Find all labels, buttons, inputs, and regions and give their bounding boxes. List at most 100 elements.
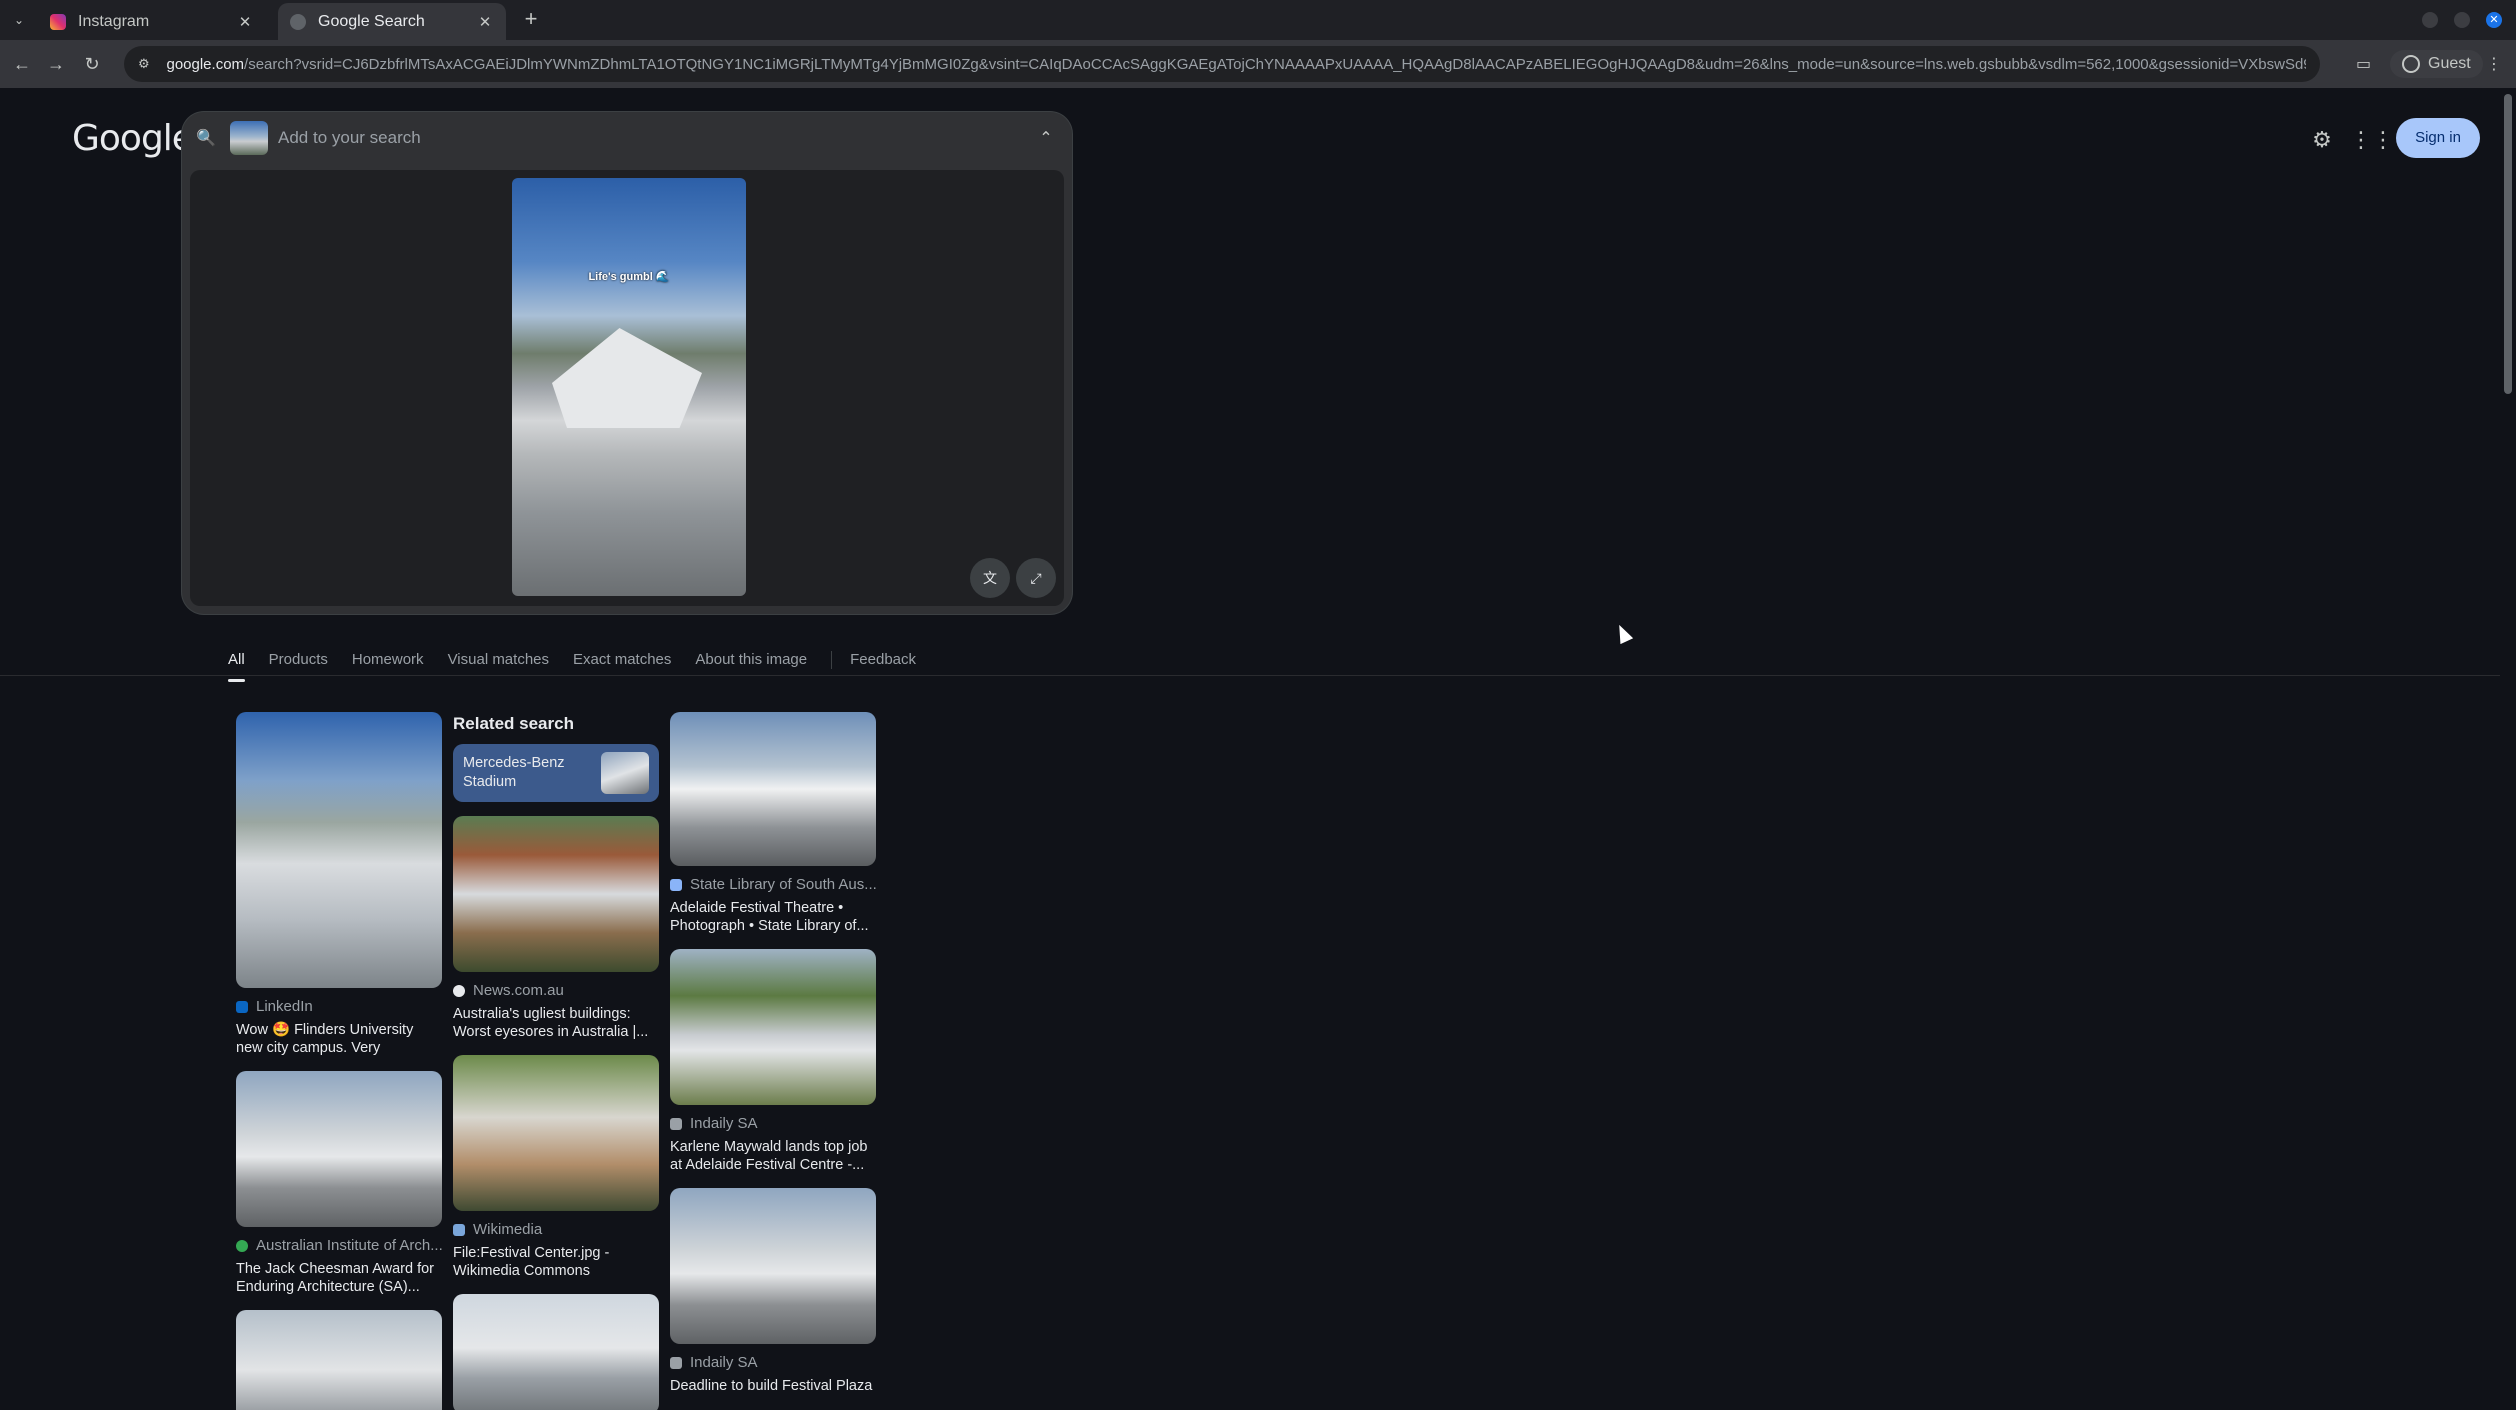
result-title[interactable]: The Jack Cheesman Award for Enduring Arc… bbox=[236, 1260, 442, 1296]
expand-icon[interactable]: ⤢ bbox=[1016, 558, 1056, 598]
lens-search-panel: 🔍 ⌃ Life's gumbl 🌊 文 ⤢ bbox=[182, 112, 1072, 614]
result-image[interactable] bbox=[670, 1188, 876, 1344]
apps-grid-icon[interactable]: ⋮⋮ bbox=[2350, 120, 2394, 160]
source-icon bbox=[670, 1356, 682, 1369]
result-card[interactable]: State Library of South Aus... Adelaide F… bbox=[670, 712, 876, 935]
feedback-link[interactable]: Feedback bbox=[850, 640, 916, 680]
cast-icon[interactable]: ▭ bbox=[2356, 50, 2371, 78]
browser-menu-icon[interactable]: ⋮ bbox=[2486, 50, 2502, 78]
wikimedia-icon bbox=[453, 1223, 465, 1236]
translate-icon[interactable]: 文 bbox=[970, 558, 1010, 598]
result-source: News.com.au bbox=[453, 982, 659, 999]
tab-exact-matches[interactable]: Exact matches bbox=[573, 640, 671, 680]
tab-all[interactable]: All bbox=[228, 640, 245, 682]
query-image-thumbnail[interactable] bbox=[230, 121, 268, 155]
results-column: State Library of South Aus... Adelaide F… bbox=[670, 712, 876, 1410]
result-source: Australian Institute of Arch... bbox=[236, 1237, 442, 1254]
filter-divider-line bbox=[0, 675, 2500, 676]
result-title[interactable]: Australia's ugliest buildings: Worst eye… bbox=[453, 1005, 659, 1041]
page-scrollbar[interactable] bbox=[2500, 88, 2516, 1410]
close-icon[interactable]: ✕ bbox=[236, 13, 254, 31]
sign-in-button[interactable]: Sign in bbox=[2396, 118, 2480, 158]
image-preview-area: Life's gumbl 🌊 文 ⤢ bbox=[190, 170, 1064, 606]
result-image[interactable] bbox=[670, 712, 876, 866]
tab-strip: ⌄ Instagram ✕ Google Search ✕ + ✕ bbox=[0, 0, 2516, 40]
mouse-cursor bbox=[1612, 621, 1634, 645]
result-card[interactable]: News.com.au Australia's ugliest building… bbox=[453, 816, 659, 1041]
google-logo[interactable]: Google bbox=[72, 118, 194, 159]
reload-icon[interactable]: ↻ bbox=[78, 50, 106, 78]
forward-icon[interactable]: → bbox=[42, 50, 70, 78]
settings-gear-icon[interactable]: ⚙ bbox=[2302, 120, 2342, 160]
result-card[interactable]: Indaily SA Karlene Maywald lands top job… bbox=[670, 949, 876, 1174]
tab-visual-matches[interactable]: Visual matches bbox=[448, 640, 549, 680]
search-bar: 🔍 ⌃ bbox=[182, 112, 1072, 164]
result-source: LinkedIn bbox=[236, 998, 442, 1015]
related-search-chip[interactable]: Mercedes-Benz Stadium bbox=[453, 744, 659, 802]
related-search-heading: Related search bbox=[453, 714, 574, 733]
result-card[interactable]: LinkedIn Wow 🤩 Flinders University new c… bbox=[236, 712, 442, 1057]
result-image[interactable] bbox=[236, 712, 442, 988]
chip-label: Mercedes-Benz Stadium bbox=[463, 755, 565, 790]
search-icon: 🔍 bbox=[196, 130, 216, 147]
new-tab-button[interactable]: + bbox=[518, 7, 544, 33]
window-close-button[interactable]: ✕ bbox=[2486, 12, 2502, 28]
filter-divider bbox=[831, 651, 833, 669]
result-card[interactable] bbox=[236, 1310, 442, 1410]
result-source: Indaily SA bbox=[670, 1115, 876, 1132]
chip-thumbnail bbox=[601, 752, 649, 794]
profile-button[interactable]: Guest bbox=[2390, 50, 2483, 78]
result-title[interactable]: File:Festival Center.jpg - Wikimedia Com… bbox=[453, 1244, 659, 1280]
instagram-icon bbox=[50, 13, 66, 30]
result-card[interactable]: Wikimedia File:Festival Center.jpg - Wik… bbox=[453, 1055, 659, 1280]
source-icon bbox=[670, 1117, 682, 1130]
filter-tabs: All Products Homework Visual matches Exa… bbox=[228, 640, 940, 682]
google-icon bbox=[290, 13, 306, 30]
site-info-icon[interactable]: ⚙ bbox=[138, 56, 152, 72]
result-card[interactable]: Australian Institute of Arch... The Jack… bbox=[236, 1071, 442, 1296]
tab-google-search[interactable]: Google Search ✕ bbox=[278, 3, 506, 40]
back-icon[interactable]: ← bbox=[8, 50, 36, 78]
result-image[interactable] bbox=[236, 1310, 442, 1410]
result-card[interactable]: Indaily SA Deadline to build Festival Pl… bbox=[670, 1188, 876, 1410]
results-column: LinkedIn Wow 🤩 Flinders University new c… bbox=[236, 712, 442, 1410]
result-title[interactable]: Adelaide Festival Theatre • Photograph •… bbox=[670, 899, 876, 935]
result-source: Wikimedia bbox=[453, 1221, 659, 1238]
tab-about-this-image[interactable]: About this image bbox=[695, 640, 807, 680]
tab-homework[interactable]: Homework bbox=[352, 640, 424, 680]
tab-title: Google Search bbox=[318, 12, 425, 30]
result-image[interactable] bbox=[453, 1055, 659, 1211]
result-image[interactable] bbox=[453, 816, 659, 972]
page-content: Google 🔍 ⌃ Life's gumbl 🌊 文 ⤢ ⚙ ⋮⋮ Sign … bbox=[0, 88, 2500, 1410]
tab-instagram[interactable]: Instagram ✕ bbox=[38, 3, 266, 40]
tab-products[interactable]: Products bbox=[269, 640, 328, 680]
scrollbar-thumb[interactable] bbox=[2504, 94, 2512, 394]
source-icon bbox=[236, 1239, 248, 1252]
result-image[interactable] bbox=[670, 949, 876, 1105]
result-image[interactable] bbox=[453, 1294, 659, 1410]
result-title[interactable]: Deadline to build Festival Plaza bbox=[670, 1377, 876, 1410]
close-icon[interactable]: ✕ bbox=[476, 13, 494, 31]
tab-title: Instagram bbox=[78, 12, 150, 30]
building-shape bbox=[552, 328, 702, 428]
maximize-button[interactable] bbox=[2454, 12, 2470, 28]
result-source: Indaily SA bbox=[670, 1354, 876, 1371]
source-icon bbox=[670, 878, 682, 891]
result-title[interactable]: Karlene Maywald lands top job at Adelaid… bbox=[670, 1138, 876, 1174]
query-image[interactable]: Life's gumbl 🌊 bbox=[512, 178, 746, 596]
linkedin-icon bbox=[236, 1000, 248, 1013]
profile-icon bbox=[2402, 55, 2420, 73]
result-title[interactable]: Wow 🤩 Flinders University new city campu… bbox=[236, 1021, 442, 1057]
browser-toolbar: ← → ↻ ⚙ google.com/search?vsrid=CJ6Dzbfr… bbox=[0, 40, 2516, 88]
search-input[interactable] bbox=[278, 128, 1034, 148]
results-column: Related search Mercedes-Benz Stadium New… bbox=[453, 712, 659, 1410]
result-card[interactable] bbox=[453, 1294, 659, 1410]
image-caption: Life's gumbl 🌊 bbox=[588, 271, 670, 283]
minimize-button[interactable] bbox=[2422, 12, 2438, 28]
chevron-up-icon[interactable]: ⌃ bbox=[1034, 128, 1058, 148]
profile-label: Guest bbox=[2428, 55, 2471, 72]
result-image[interactable] bbox=[236, 1071, 442, 1227]
tab-search-chevron-icon[interactable]: ⌄ bbox=[8, 9, 30, 31]
address-bar[interactable]: ⚙ google.com/search?vsrid=CJ6DzbfrlMTsAx… bbox=[124, 46, 2320, 82]
source-icon bbox=[453, 984, 465, 997]
